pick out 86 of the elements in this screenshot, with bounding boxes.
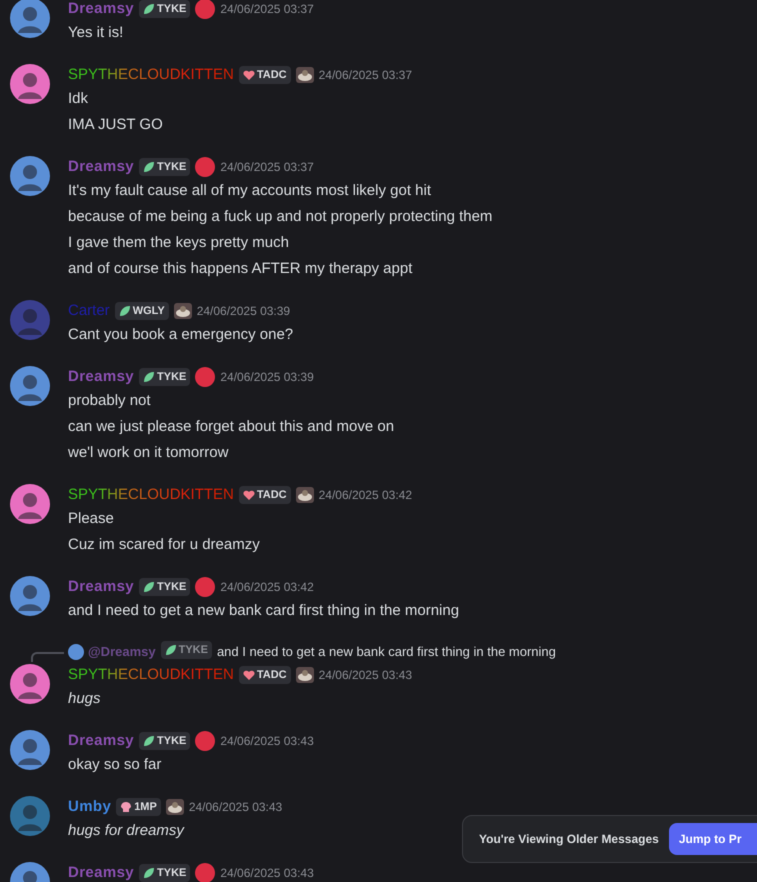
message-text: It's my fault cause all of my accounts most likely got hit — [68, 181, 432, 201]
tag-label: TYKE — [157, 370, 186, 385]
leaf-icon — [143, 161, 156, 173]
guild-tag[interactable]: WGLY — [114, 302, 169, 320]
leaf-icon — [143, 581, 156, 593]
message-text: we'l work on it tomorrow — [68, 443, 230, 463]
timestamp: 24/06/2025 03:37 — [318, 67, 412, 84]
skull-icon — [120, 801, 132, 813]
timestamp: 24/06/2025 03:37 — [220, 1, 314, 18]
heart-icon — [242, 489, 255, 501]
leaf-icon — [143, 3, 156, 15]
toast-text: You're Viewing Older Messages — [479, 831, 659, 848]
message-text: probably not — [68, 391, 152, 411]
guild-tag[interactable]: TADC — [238, 486, 291, 504]
timestamp: 24/06/2025 03:43 — [318, 667, 412, 684]
tag-label: TADC — [256, 488, 287, 503]
tag-label: TADC — [256, 668, 287, 683]
tag-label: TYKE — [157, 2, 186, 17]
message-text: Yes it is! — [68, 23, 124, 43]
guild-tag[interactable]: 1MP — [116, 798, 161, 816]
guild-tag[interactable]: TYKE — [139, 578, 190, 596]
message-text: Cuz im scared for u dreamzy — [68, 535, 261, 555]
leaf-icon — [143, 735, 156, 747]
username[interactable]: Dreamsy — [68, 863, 134, 882]
message-text: hugs — [68, 689, 102, 709]
message-text: hugs for dreamsy — [68, 821, 186, 841]
jump-button[interactable]: Jump to Pr — [668, 823, 757, 855]
tag-label: TADC — [256, 68, 287, 83]
tag-label: TYKE — [157, 734, 186, 749]
tag-label: 1MP — [134, 800, 157, 815]
heart-icon — [242, 69, 255, 81]
avatar[interactable] — [10, 664, 50, 704]
tag-label: TYKE — [157, 580, 186, 595]
guild-tag[interactable]: TYKE — [139, 158, 190, 176]
tag-label: TYKE — [157, 160, 186, 175]
avatar[interactable] — [10, 484, 50, 524]
tag-label: WGLY — [132, 304, 165, 319]
guild-tag[interactable]: TADC — [238, 666, 291, 684]
message-text: Cant you book a emergency one? — [68, 325, 294, 345]
timestamp: 24/06/2025 03:42 — [220, 579, 314, 596]
username[interactable]: Umby — [68, 797, 112, 817]
message-text: because of me being a fuck up and not properly protecting them — [68, 207, 492, 227]
message-text: Idk — [68, 89, 90, 109]
message-text: I gave them the keys pretty much — [68, 233, 290, 253]
username[interactable]: Dreamsy — [68, 577, 134, 597]
username[interactable]: Dreamsy — [68, 0, 134, 19]
reply-mention[interactable]: @Dreamsy — [88, 642, 156, 662]
timestamp: 24/06/2025 03:37 — [220, 159, 314, 176]
message-text: IMA JUST GO — [68, 115, 164, 135]
reply-line — [31, 652, 64, 662]
avatar[interactable] — [10, 156, 50, 196]
message-text: can we just please forget about this and move on — [68, 417, 394, 437]
message-text: and of course this happens AFTER my therapy appt — [68, 259, 414, 279]
message-text: and I need to get a new bank card first thing in the morning — [68, 601, 460, 621]
guild-tag[interactable]: TYKE — [139, 864, 190, 882]
avatar[interactable] — [10, 730, 50, 770]
timestamp: 24/06/2025 03:43 — [188, 799, 282, 816]
avatar[interactable] — [10, 796, 50, 836]
username[interactable]: Dreamsy — [68, 157, 134, 177]
timestamp: 24/06/2025 03:43 — [220, 865, 314, 882]
tag-label: TYKE — [178, 642, 208, 658]
timestamp: 24/06/2025 03:39 — [220, 369, 314, 386]
message-text: okay so so far — [68, 755, 162, 775]
leaf-icon — [143, 371, 156, 383]
tag-label: TYKE — [157, 866, 186, 881]
avatar[interactable] — [10, 366, 50, 406]
avatar[interactable] — [68, 644, 84, 660]
avatar[interactable] — [10, 0, 50, 38]
guild-tag[interactable]: TYKE — [139, 732, 190, 750]
guild-tag[interactable]: TYKE — [139, 368, 190, 386]
leaf-icon — [164, 644, 177, 656]
avatar[interactable] — [10, 576, 50, 616]
leaf-icon — [143, 867, 156, 879]
timestamp: 24/06/2025 03:39 — [196, 303, 290, 320]
username[interactable]: Dreamsy — [68, 731, 134, 751]
timestamp: 24/06/2025 03:43 — [220, 733, 314, 750]
guild-tag[interactable]: TYKE — [139, 0, 190, 18]
username[interactable]: Dreamsy — [68, 367, 134, 387]
avatar[interactable] — [10, 64, 50, 104]
guild-tag[interactable]: TADC — [238, 66, 291, 84]
message-text: Please — [68, 509, 115, 529]
guild-tag[interactable]: TYKE — [160, 641, 212, 659]
reply-preview[interactable]: and I need to get a new bank card first thing in the morning — [216, 642, 556, 662]
leaf-icon — [118, 305, 131, 317]
heart-icon — [242, 669, 255, 681]
timestamp: 24/06/2025 03:42 — [318, 487, 412, 504]
